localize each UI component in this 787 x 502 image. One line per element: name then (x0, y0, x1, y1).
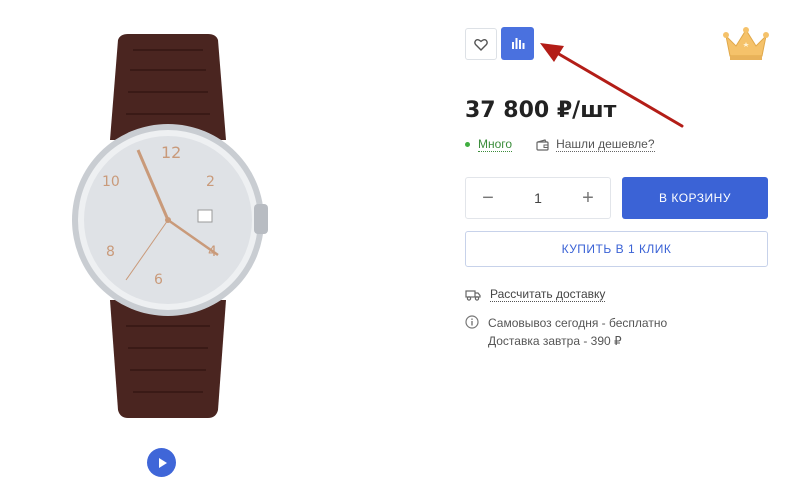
calculate-delivery-label: Рассчитать доставку (490, 287, 606, 302)
svg-text:6: 6 (154, 272, 163, 288)
pickup-info: Самовывоз сегодня - бесплатно Доставка з… (465, 314, 667, 350)
video-play-button[interactable] (147, 448, 176, 477)
buy-one-click-button[interactable]: КУПИТЬ В 1 КЛИК (465, 231, 768, 267)
svg-text:2: 2 (206, 174, 215, 190)
availability-row: Много Нашли дешевле? (465, 137, 655, 152)
bar-chart-icon (511, 38, 524, 49)
calculate-delivery-link[interactable]: Рассчитать доставку (465, 287, 606, 302)
svg-text:12: 12 (161, 143, 181, 162)
heart-icon (474, 38, 488, 51)
add-to-cart-button[interactable]: В КОРЗИНУ (622, 177, 768, 219)
quantity-input[interactable]: 1 (510, 190, 566, 206)
in-stock-indicator (465, 142, 470, 147)
svg-text:8: 8 (106, 244, 115, 260)
svg-text:10: 10 (102, 174, 120, 190)
product-image[interactable]: 12 2 10 8 4 6 (58, 30, 278, 430)
wallet-icon (536, 138, 549, 151)
found-cheaper-link[interactable]: Нашли дешевле? (536, 137, 655, 152)
favorite-button[interactable] (465, 28, 497, 60)
crown-icon (722, 26, 770, 62)
quantity-stepper: − 1 + (465, 177, 611, 219)
pickup-line: Самовывоз сегодня - бесплатно (488, 316, 668, 330)
product-price: 37 800 ₽/шт (465, 98, 617, 123)
stock-status[interactable]: Много (478, 137, 513, 152)
pickup-details: Самовывоз сегодня - бесплатно Доставка з… (488, 314, 667, 350)
truck-icon (465, 289, 481, 301)
quantity-increase-button[interactable]: + (566, 178, 610, 218)
quantity-decrease-button[interactable]: − (466, 178, 510, 218)
found-cheaper-label: Нашли дешевле? (556, 137, 655, 152)
info-icon (465, 315, 479, 329)
play-icon (158, 457, 167, 468)
delivery-line: Доставка завтра - 390 ₽ (488, 334, 622, 348)
